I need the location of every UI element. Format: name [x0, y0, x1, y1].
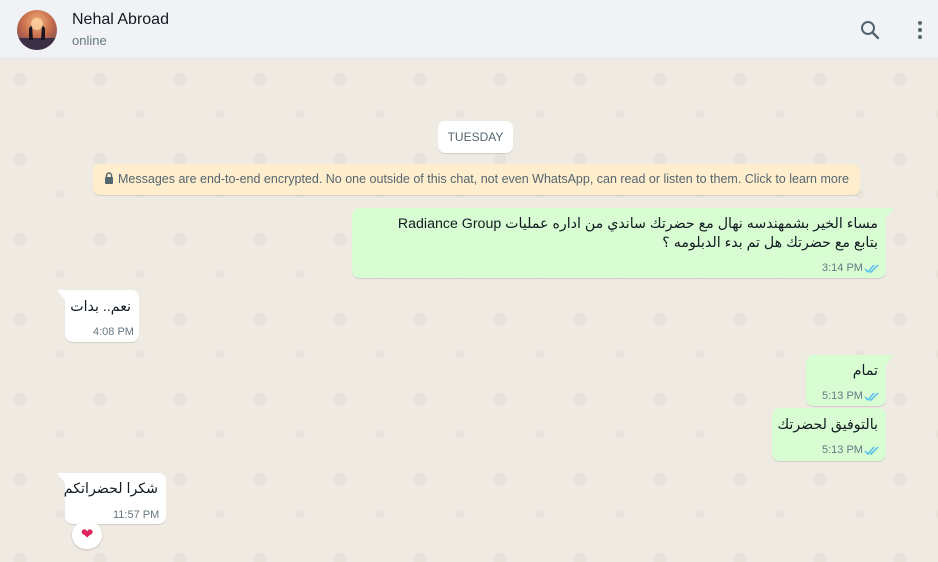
search-icon[interactable] [858, 18, 882, 42]
lock-icon [104, 165, 114, 196]
contact-status: online [72, 33, 107, 48]
message-time: 11:57 PM [113, 509, 160, 521]
message-time: 3:14 PM [822, 262, 863, 274]
menu-icon[interactable] [908, 18, 932, 42]
heart-reaction-icon[interactable]: ❤ [72, 521, 102, 549]
message-bubble-outgoing[interactable]: مساء الخير بشمهندسه نهال مع حضرتك ساندي … [352, 208, 894, 278]
contact-avatar[interactable] [17, 10, 57, 50]
bubble-tail [57, 290, 65, 300]
message-text-line: شكرا لحضراتكم [63, 481, 158, 497]
read-ticks-icon [864, 446, 879, 456]
read-ticks-icon [864, 392, 879, 402]
date-chip: TUESDAY [438, 121, 513, 153]
avatar-image [17, 18, 57, 50]
message-time: 5:13 PM [822, 390, 863, 402]
contact-name[interactable]: Nehal Abroad [72, 11, 169, 29]
encryption-notice[interactable]: Messages are end-to-end encrypted. No on… [93, 164, 860, 195]
message-bubble-incoming[interactable]: شكرا لحضراتكم 11:57 PM [57, 473, 166, 524]
message-text-line: نعم.. بدات [70, 299, 131, 315]
read-ticks-icon [864, 264, 879, 274]
bubble-tail [886, 208, 894, 218]
message-text-line: تمام [852, 363, 878, 379]
message-text-line: بالتوفيق لحضرتك [777, 417, 878, 433]
encryption-notice-text: Messages are end-to-end encrypted. No on… [118, 172, 849, 186]
chat-header: Nehal Abroad online [0, 0, 938, 59]
message-time: 5:13 PM [822, 444, 863, 456]
message-bubble-incoming[interactable]: نعم.. بدات 4:08 PM [57, 290, 139, 342]
message-text-line: مساء الخير بشمهندسه نهال مع حضرتك ساندي … [397, 216, 878, 232]
chat-area[interactable]: TUESDAY Messages are end-to-end encrypte… [0, 59, 938, 562]
bubble-tail [886, 355, 894, 365]
message-bubble-outgoing[interactable]: بالتوفيق لحضرتك 5:13 PM [772, 408, 886, 461]
message-bubble-outgoing[interactable]: تمام 5:13 PM [806, 355, 894, 406]
message-text-line: بتابع مع حضرتك هل تم بدء الدبلومه ؟ [662, 235, 878, 251]
message-time: 4:08 PM [93, 326, 134, 338]
